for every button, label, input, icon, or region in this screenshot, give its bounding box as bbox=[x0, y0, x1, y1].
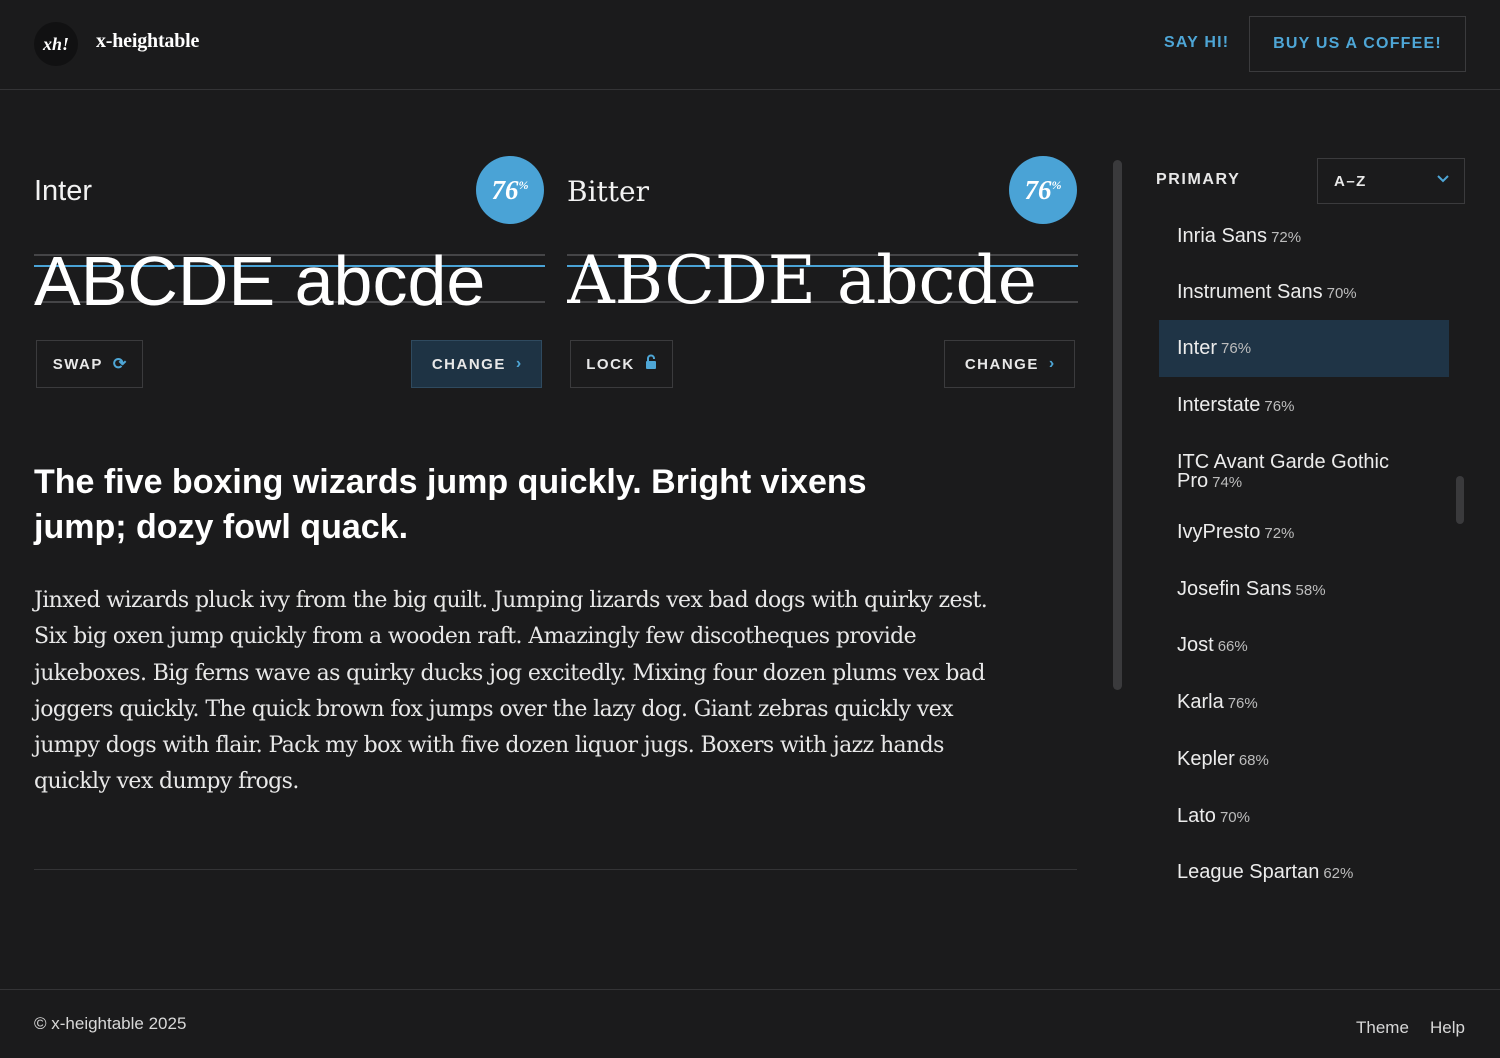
lock-label: LOCK bbox=[586, 355, 635, 373]
font-item-pct: 70% bbox=[1326, 285, 1357, 302]
font-item-pct: 72% bbox=[1264, 525, 1295, 542]
font-list-item[interactable]: Karla 76% bbox=[1159, 691, 1449, 713]
font-item-name: Interstate bbox=[1177, 394, 1261, 416]
chevron-right-icon: › bbox=[1048, 355, 1055, 372]
font-item-name: Josefin Sans bbox=[1177, 578, 1292, 600]
content-divider bbox=[34, 869, 1077, 870]
font-list-item[interactable]: Kepler 68% bbox=[1159, 748, 1449, 770]
preview-body: Jinxed wizards pluck ivy from the big qu… bbox=[34, 588, 988, 795]
font-item-name: ITC Avant Garde Gothic Pro bbox=[1177, 451, 1389, 492]
logo-badge[interactable]: xh! bbox=[34, 22, 78, 66]
primary-label: PRIMARY bbox=[1156, 171, 1241, 188]
right-specimen: ABCDE abcde bbox=[567, 245, 1078, 315]
font-list-item[interactable]: IvyPresto 72% bbox=[1159, 521, 1449, 543]
font-item-name: IvyPresto bbox=[1177, 521, 1261, 543]
main-scrollbar[interactable] bbox=[1113, 160, 1122, 690]
font-list-item[interactable]: Jost 66% bbox=[1159, 634, 1449, 656]
preview-headline: The five boxing wizards jump quickly. Br… bbox=[34, 463, 867, 546]
font-item-pct: 70% bbox=[1219, 809, 1250, 826]
copyright-text: © x-heightable 2025 bbox=[34, 1014, 187, 1033]
right-change-button[interactable]: CHANGE › bbox=[944, 340, 1075, 388]
font-item-pct: 74% bbox=[1212, 474, 1243, 491]
font-list-item[interactable]: Instrument Sans 70% bbox=[1159, 281, 1449, 303]
right-xheight-value: 76 bbox=[1024, 174, 1052, 205]
font-item-pct: 76% bbox=[1227, 695, 1258, 712]
font-item-pct: 58% bbox=[1295, 582, 1326, 599]
sort-select[interactable]: A–Z bbox=[1317, 158, 1465, 204]
font-item-pct: 76% bbox=[1221, 340, 1252, 357]
font-item-name: Instrument Sans bbox=[1177, 281, 1323, 303]
font-item-pct: 66% bbox=[1217, 638, 1248, 655]
top-bar: xh! x-heightable SAY HI! BUY US A COFFEE… bbox=[0, 0, 1500, 90]
font-item-name: Jost bbox=[1177, 634, 1214, 656]
font-list: Inria Sans 72% Instrument Sans 70% Inter 76… bbox=[1159, 208, 1449, 926]
say-hi-link[interactable]: SAY HI! bbox=[1164, 34, 1229, 52]
font-list-scrollbar[interactable] bbox=[1456, 476, 1464, 524]
theme-link[interactable]: Theme bbox=[1356, 1018, 1409, 1038]
help-link[interactable]: Help bbox=[1430, 1018, 1465, 1038]
lock-button[interactable]: LOCK bbox=[570, 340, 673, 388]
sort-value: A–Z bbox=[1334, 172, 1367, 190]
font-list-item[interactable]: Lato 70% bbox=[1159, 805, 1449, 827]
swap-button[interactable]: SWAP ⟳ bbox=[36, 340, 143, 388]
chevron-down-icon bbox=[1436, 171, 1450, 189]
font-list-item[interactable]: League Spartan 62% bbox=[1159, 861, 1449, 883]
font-item-name: Kepler bbox=[1177, 748, 1235, 770]
lock-icon bbox=[645, 354, 657, 374]
left-font-name: Inter bbox=[34, 175, 93, 207]
right-xheight-unit: % bbox=[1051, 177, 1062, 192]
font-list-item[interactable]: Josefin Sans 58% bbox=[1159, 578, 1449, 600]
chevron-right-icon: › bbox=[515, 355, 522, 372]
swap-label: SWAP bbox=[52, 355, 103, 373]
font-item-name: League Spartan bbox=[1177, 861, 1320, 883]
right-change-label: CHANGE bbox=[964, 355, 1039, 373]
font-list-item-selected[interactable]: Inter 76% bbox=[1159, 320, 1449, 377]
right-xheight-badge: 76% bbox=[1009, 156, 1077, 224]
font-list-item[interactable]: ITC Avant Garde Gothic Pro 74% bbox=[1159, 451, 1409, 492]
left-change-button[interactable]: CHANGE › bbox=[411, 340, 542, 388]
left-xheight-badge: 76% bbox=[476, 156, 544, 224]
font-list-item[interactable]: Interstate 76% bbox=[1159, 394, 1449, 416]
right-font-name: Bitter bbox=[567, 175, 649, 208]
font-item-pct: 76% bbox=[1264, 398, 1295, 415]
font-item-pct: 72% bbox=[1271, 229, 1302, 246]
left-change-label: CHANGE bbox=[431, 355, 506, 373]
logo-text[interactable]: x-heightable bbox=[96, 30, 199, 53]
left-specimen: ABCDE abcde bbox=[34, 245, 545, 315]
font-item-name: Inter bbox=[1177, 337, 1218, 359]
right-specimen-text: ABCDE abcde bbox=[567, 245, 1037, 315]
left-xheight-unit: % bbox=[518, 177, 529, 192]
left-xheight-value: 76 bbox=[491, 174, 519, 205]
font-item-name: Lato bbox=[1177, 805, 1216, 827]
font-list-item[interactable]: Inria Sans 72% bbox=[1159, 225, 1449, 247]
font-item-pct: 68% bbox=[1238, 752, 1269, 769]
footer: © x-heightable 2025 Theme Help bbox=[0, 989, 1500, 1058]
font-item-name: Karla bbox=[1177, 691, 1224, 713]
left-specimen-text: ABCDE abcde bbox=[34, 245, 486, 315]
swap-icon: ⟳ bbox=[112, 356, 127, 373]
font-item-name: Inria Sans bbox=[1177, 225, 1268, 247]
buy-coffee-button[interactable]: BUY US A COFFEE! bbox=[1249, 16, 1466, 72]
font-item-pct: 62% bbox=[1323, 865, 1354, 882]
